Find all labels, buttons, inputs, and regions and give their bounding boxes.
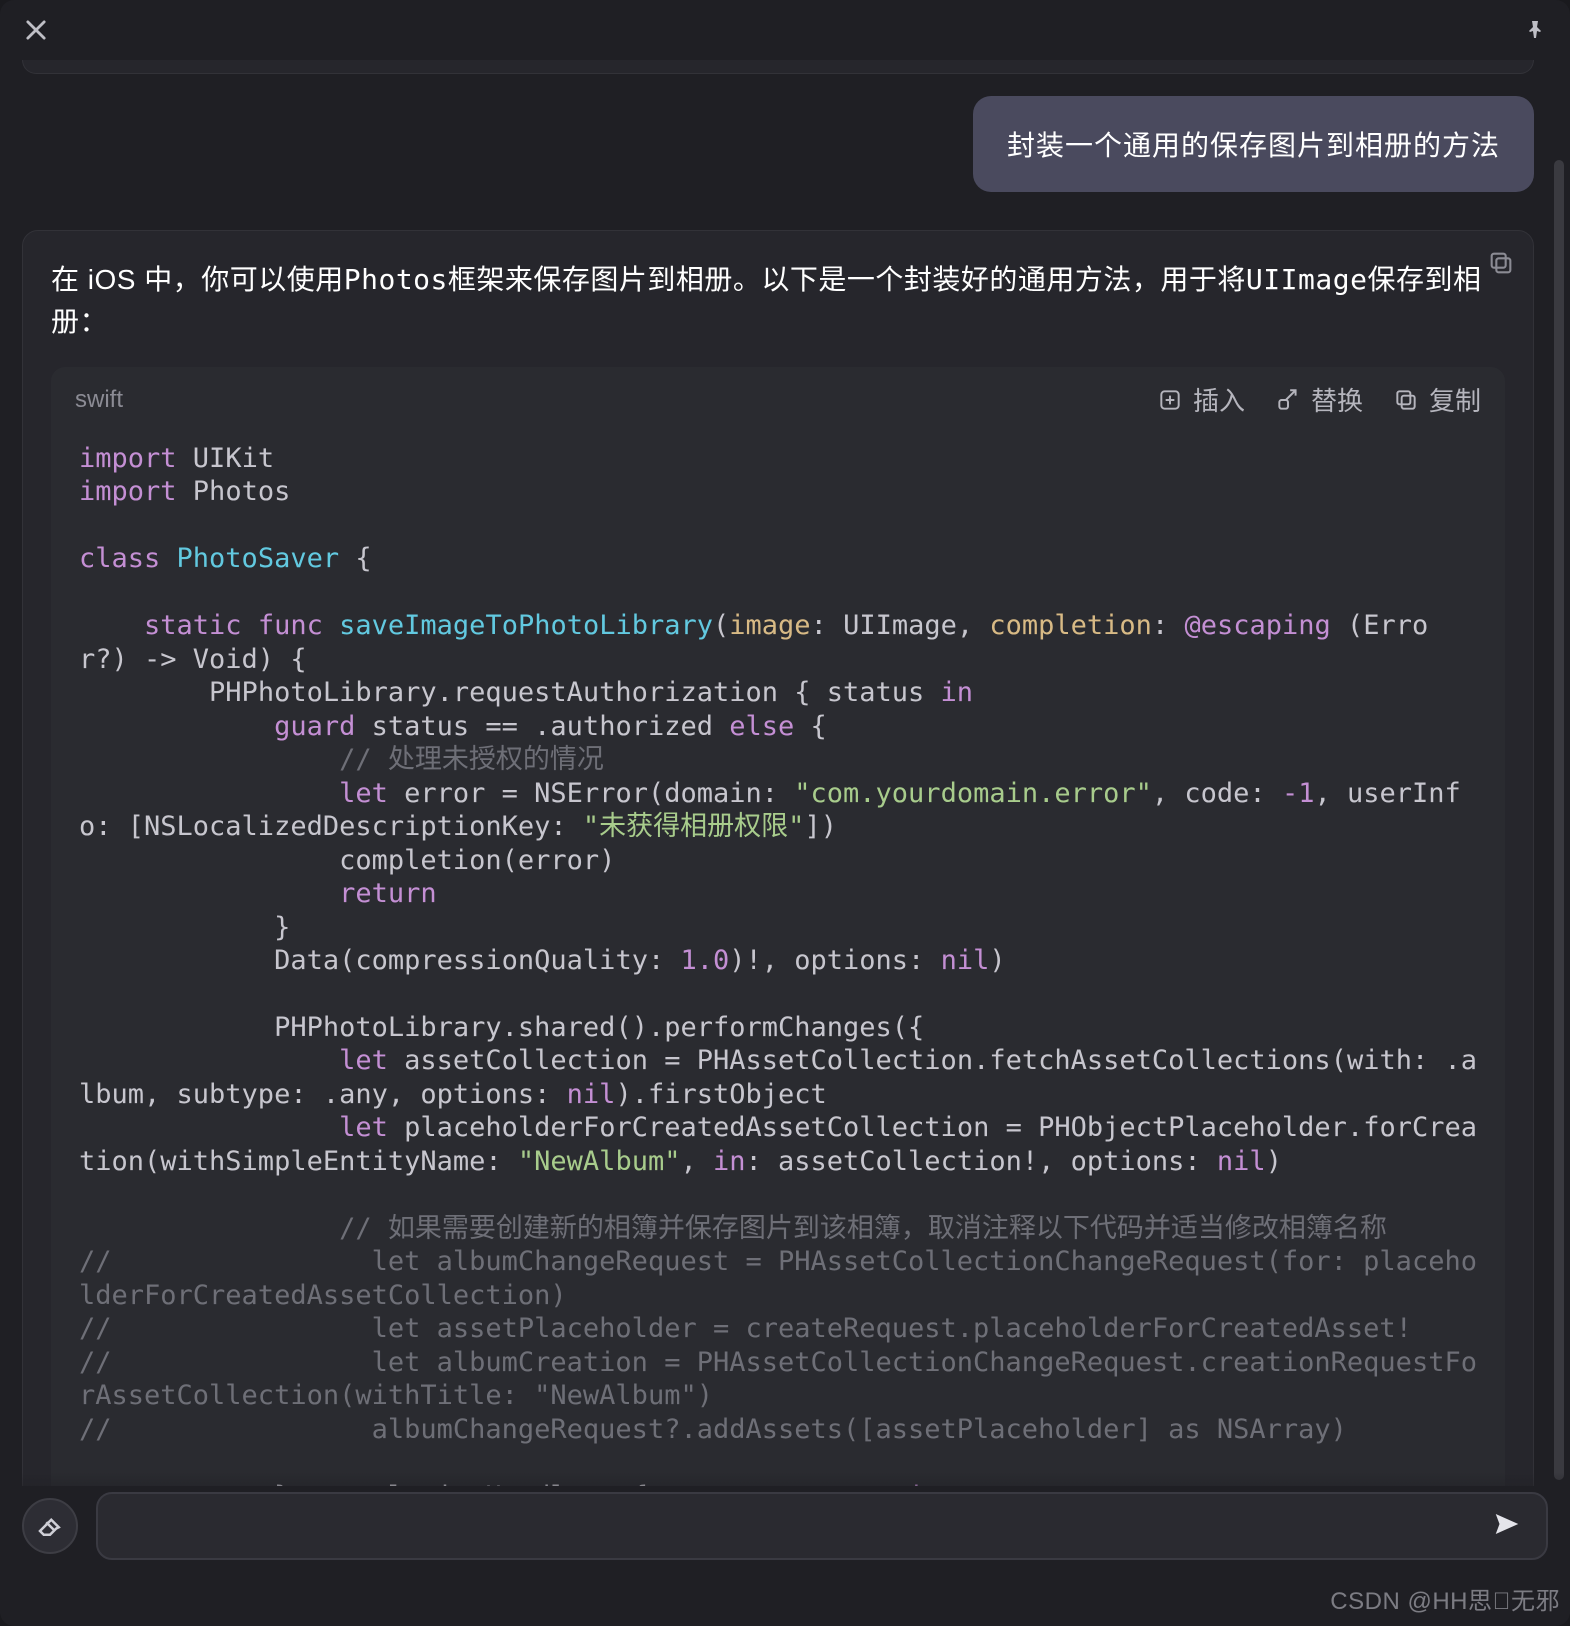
- pin-icon[interactable]: [1524, 18, 1548, 42]
- code-block: swift 插入 替换 复制: [51, 367, 1505, 1486]
- intro-mono-uiimage: UIImage: [1246, 263, 1368, 296]
- assistant-text: 在 iOS 中，你可以使用Photos框架来保存图片到相册。以下是一个封装好的通…: [23, 259, 1533, 367]
- code-header: swift 插入 替换 复制: [51, 367, 1505, 432]
- copy-label: 复制: [1429, 381, 1481, 418]
- insert-button[interactable]: 插入: [1157, 381, 1245, 418]
- user-message: 封装一个通用的保存图片到相册的方法: [973, 96, 1534, 192]
- conversation-scroll[interactable]: 封装一个通用的保存图片到相册的方法 在 iOS 中，你可以使用Photos框架来…: [0, 60, 1556, 1486]
- message-input[interactable]: [122, 1511, 1492, 1542]
- scrollbar[interactable]: [1554, 160, 1564, 1480]
- insert-label: 插入: [1193, 381, 1245, 418]
- code-lang-label: swift: [75, 386, 123, 414]
- intro-prefix: 在 iOS 中，你可以使用: [51, 264, 344, 295]
- watermark: CSDN @HH思 无邪: [1330, 1581, 1560, 1616]
- send-icon[interactable]: [1492, 1509, 1522, 1544]
- user-message-row: 封装一个通用的保存图片到相册的方法: [0, 84, 1556, 210]
- copy-card-icon[interactable]: [1487, 249, 1515, 282]
- previous-message-edge: [22, 60, 1534, 74]
- eraser-button[interactable]: [22, 1498, 78, 1554]
- code-actions: 插入 替换 复制: [1157, 381, 1481, 418]
- close-icon[interactable]: [22, 16, 50, 44]
- chat-window: 封装一个通用的保存图片到相册的方法 在 iOS 中，你可以使用Photos框架来…: [0, 0, 1570, 1626]
- intro-mid: 框架来保存图片到相册。以下是一个封装好的通用方法，用于将: [448, 264, 1246, 295]
- copy-button[interactable]: 复制: [1393, 381, 1481, 418]
- replace-label: 替换: [1311, 381, 1363, 418]
- assistant-message: 在 iOS 中，你可以使用Photos框架来保存图片到相册。以下是一个封装好的通…: [22, 230, 1534, 1486]
- intro-mono-photos: Photos: [344, 263, 448, 296]
- message-input-bar[interactable]: [96, 1492, 1548, 1560]
- code-content: import UIKit import Photos class PhotoSa…: [51, 432, 1505, 1486]
- titlebar: [0, 0, 1570, 60]
- replace-button[interactable]: 替换: [1275, 381, 1363, 418]
